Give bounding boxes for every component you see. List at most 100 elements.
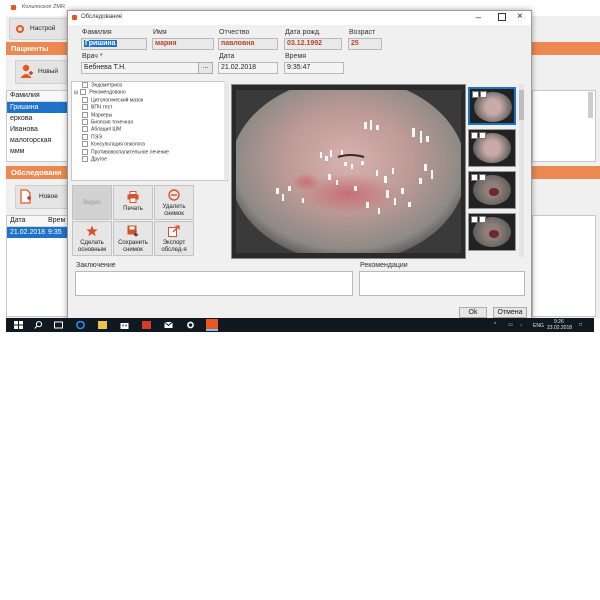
colposcopy-image[interactable]: [236, 90, 461, 253]
thumbnail-checkbox[interactable]: [479, 174, 486, 181]
snapshot-thumbnail[interactable]: [468, 87, 516, 125]
exam-time: 9:35: [48, 229, 62, 236]
thumbnail-strip: [466, 84, 524, 257]
tree-item[interactable]: ПЭЭ: [72, 133, 227, 141]
colposcope-app-icon[interactable]: [206, 319, 218, 331]
tree-item[interactable]: Маркеры: [72, 111, 227, 119]
tree-scrollbar[interactable]: [224, 81, 229, 179]
thumbnail-checkbox[interactable]: [472, 91, 479, 98]
save-snapshot-button[interactable]: Сохранить снимок: [113, 221, 153, 256]
scrollbar[interactable]: [588, 92, 593, 118]
delete-snapshot-button[interactable]: Удалить снимок: [154, 185, 194, 220]
mail-icon[interactable]: [164, 321, 173, 329]
patients-list: Фамилия Гришина еркова Иванова малогорская м…: [6, 90, 70, 162]
lastname-field[interactable]: Гришина: [81, 38, 147, 50]
new-exam-button[interactable]: Новое: [15, 185, 70, 209]
thumbnail-scrollbar[interactable]: [519, 84, 524, 257]
patient-row[interactable]: ммм: [7, 146, 69, 157]
checkbox[interactable]: [82, 133, 88, 140]
snapshot-thumbnail[interactable]: [468, 129, 516, 167]
delete-label-1: Удалить: [162, 204, 186, 210]
language-indicator[interactable]: ENG: [533, 323, 544, 329]
maximize-icon[interactable]: [498, 13, 506, 21]
tree-group-label: Рекомендовано: [89, 89, 126, 96]
network-icon[interactable]: ▭: [508, 322, 513, 328]
notifications-icon[interactable]: □: [579, 322, 582, 328]
cancel-button[interactable]: Отмена: [493, 307, 527, 318]
edge-icon[interactable]: [76, 320, 85, 330]
checkbox[interactable]: [82, 104, 88, 111]
doctor-field[interactable]: Бебнева Т.Н.: [81, 62, 199, 74]
new-patient-button[interactable]: Новый: [15, 60, 70, 84]
checkbox[interactable]: [82, 141, 88, 148]
thumbnail-checkbox[interactable]: [480, 91, 487, 98]
export-button[interactable]: Экспорт обслед-я: [154, 221, 194, 256]
settings-button[interactable]: Настрой: [9, 18, 71, 40]
checkbox[interactable]: [82, 82, 88, 88]
clock-date[interactable]: 23.02.2018: [547, 325, 572, 331]
checkbox[interactable]: [82, 118, 88, 125]
doctor-label: Врач *: [82, 53, 103, 60]
checkbox[interactable]: [82, 126, 88, 133]
tree-item[interactable]: Цитологический мазок: [72, 96, 227, 104]
patient-row[interactable]: Гришина: [7, 102, 69, 113]
snapshot-thumbnail[interactable]: [468, 213, 516, 251]
thumbnail-checkbox[interactable]: [471, 132, 478, 139]
conclusion-input[interactable]: [75, 271, 353, 296]
scrollbar-thumb[interactable]: [519, 90, 524, 120]
office-icon[interactable]: [142, 321, 151, 329]
export-icon: [168, 225, 180, 237]
collapse-icon[interactable]: ⊟: [74, 90, 78, 96]
thumbnail-checkbox[interactable]: [479, 216, 486, 223]
patient-row[interactable]: Иванова: [7, 124, 69, 135]
checkbox[interactable]: [82, 111, 88, 118]
tree-item[interactable]: Консультация онколога: [72, 141, 227, 148]
checkbox[interactable]: [80, 89, 87, 96]
video-button[interactable]: Видео: [72, 185, 112, 220]
age-field[interactable]: 25: [348, 38, 382, 50]
tree-item[interactable]: Аблация ШМ: [72, 126, 227, 133]
tree-item-top[interactable]: Эндометриоз: [72, 82, 227, 89]
minimize-icon[interactable]: –: [476, 12, 481, 22]
thumbnail-checkbox[interactable]: [471, 216, 478, 223]
main-image-frame: [231, 84, 466, 259]
tree-item[interactable]: Противовоспалительное лечение: [72, 148, 227, 156]
recommendations-input[interactable]: [359, 271, 525, 296]
thumbnail-checkbox[interactable]: [479, 132, 486, 139]
firstname-field[interactable]: мария: [152, 38, 214, 50]
lastname-value: Гришина: [84, 40, 117, 47]
doctor-browse-button[interactable]: ...: [198, 62, 213, 74]
windows-start-icon[interactable]: [14, 321, 23, 329]
tree-group[interactable]: ⊟ Рекомендовано: [72, 89, 227, 96]
snapshot-thumbnail[interactable]: [468, 171, 516, 209]
checkbox[interactable]: [82, 155, 88, 162]
checkbox[interactable]: [82, 148, 88, 155]
ok-button[interactable]: Ok: [459, 307, 487, 318]
recommendations-tree: Эндометриоз ⊟ Рекомендовано Цитологически…: [71, 81, 228, 181]
exam-col-date: Дата: [10, 217, 26, 224]
tree-item[interactable]: ВПЧ тест: [72, 104, 227, 111]
store-icon[interactable]: [120, 321, 129, 329]
thumbnail-checkbox[interactable]: [471, 174, 478, 181]
make-main-button[interactable]: Сделать основным: [72, 221, 112, 256]
tree-item[interactable]: Биопсия точечная: [72, 118, 227, 126]
print-button[interactable]: Печать: [113, 185, 153, 220]
checkbox[interactable]: [82, 96, 88, 103]
task-view-icon[interactable]: [54, 321, 63, 329]
search-icon[interactable]: [34, 321, 43, 329]
birthdate-field[interactable]: 03.12.1992: [284, 38, 342, 50]
close-icon[interactable]: ×: [517, 11, 523, 22]
patronymic-field[interactable]: павловна: [218, 38, 278, 50]
file-explorer-icon[interactable]: [98, 321, 107, 329]
volume-icon[interactable]: ♩: [520, 322, 525, 328]
time-field[interactable]: 9:35:47: [284, 62, 344, 74]
settings-gear-icon[interactable]: [186, 321, 195, 329]
patient-row[interactable]: малогорская: [7, 135, 69, 146]
tray-chevron-icon[interactable]: ^: [494, 322, 496, 328]
exam-row[interactable]: 21.02.2018 9:35: [7, 227, 69, 238]
patient-row[interactable]: еркова: [7, 113, 69, 124]
date-field[interactable]: 21.02.2018: [218, 62, 278, 74]
make-main-label-1: Сделать: [80, 240, 104, 246]
tree-item[interactable]: Другое: [72, 155, 227, 163]
settings-button-label: Настрой: [30, 25, 56, 32]
